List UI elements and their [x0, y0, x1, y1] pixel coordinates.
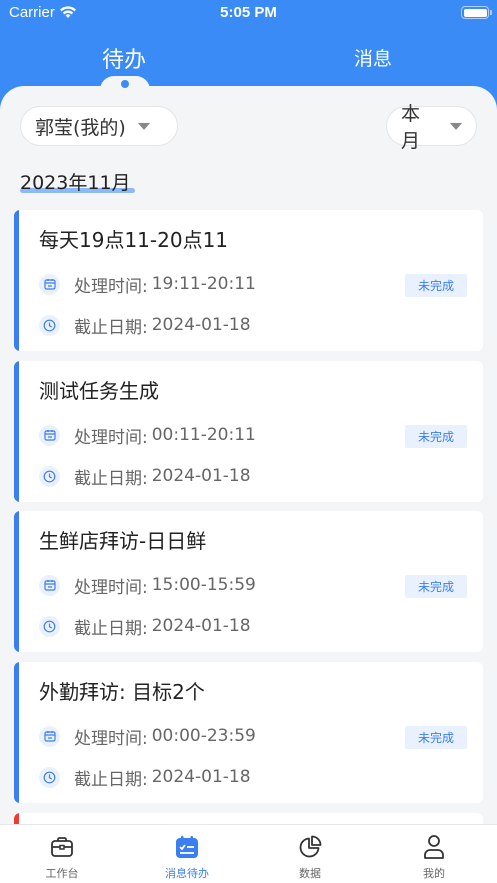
- status-badge: 未完成: [405, 575, 467, 598]
- status-badge: 未完成: [405, 274, 467, 297]
- task-card[interactable]: 生鲜店拜访-日日鲜 处理时间: 15:00-15:59 截止日期: 2024-0…: [14, 511, 483, 652]
- chevron-down-icon: [450, 122, 462, 130]
- deadline-row: 截止日期: 2024-01-18: [39, 615, 251, 639]
- tabbar-label: 消息待办: [165, 867, 209, 880]
- task-title: 测试任务生成: [39, 379, 159, 403]
- calendar-icon: [39, 574, 60, 596]
- process-time-row: 处理时间: 19:11-20:11: [39, 273, 256, 297]
- pie-chart-icon: [299, 835, 322, 858]
- process-time-value: 00:11-20:11: [151, 425, 256, 445]
- deadline-label: 截止日期:: [74, 769, 148, 790]
- calendar-icon: [39, 424, 60, 446]
- task-card[interactable]: 每天19点11-20点11 处理时间: 19:11-20:11 截止日期: 20…: [14, 210, 483, 351]
- process-time-row: 处理时间: 00:11-20:11: [39, 424, 256, 448]
- person-icon: [424, 835, 444, 859]
- tabbar-item-messages-todo[interactable]: 消息待办: [137, 833, 237, 881]
- period-filter-label: 本月: [401, 103, 421, 152]
- status-bar: Carrier 5:05 PM: [0, 0, 497, 26]
- process-time-label: 处理时间:: [74, 728, 148, 749]
- month-title: 2023年11月: [20, 172, 131, 194]
- deadline-value: 2024-01-18: [151, 767, 251, 787]
- card-stripe: [14, 511, 19, 652]
- status-badge: 未完成: [405, 726, 467, 749]
- tabbar-item-data[interactable]: 数据: [260, 833, 360, 881]
- bottom-tab-bar: 工作台 消息待办 数据 我的: [0, 824, 497, 883]
- person-filter-dropdown[interactable]: 郭莹(我的): [20, 106, 178, 146]
- status-time: 5:05 PM: [220, 4, 277, 21]
- process-time-label: 处理时间:: [74, 276, 148, 297]
- status-badge: 未完成: [405, 425, 467, 448]
- card-stripe: [14, 210, 19, 351]
- tabbar-label: 工作台: [45, 867, 79, 880]
- deadline-label: 截止日期:: [74, 468, 148, 489]
- tab-messages[interactable]: 消息: [313, 44, 433, 71]
- process-time-label: 处理时间:: [74, 427, 148, 448]
- process-time-row: 处理时间: 15:00-15:59: [39, 574, 256, 598]
- deadline-value: 2024-01-18: [151, 616, 251, 636]
- deadline-label: 截止日期:: [74, 317, 148, 338]
- clock-icon: [39, 766, 60, 788]
- process-time-value: 19:11-20:11: [151, 274, 256, 294]
- process-time-value: 15:00-15:59: [151, 575, 256, 595]
- briefcase-icon: [51, 837, 73, 857]
- calendar-check-icon: [176, 836, 198, 858]
- deadline-value: 2024-01-18: [151, 466, 251, 486]
- deadline-row: 截止日期: 2024-01-18: [39, 465, 251, 489]
- clock-icon: [39, 465, 60, 487]
- tabbar-item-workbench[interactable]: 工作台: [12, 833, 112, 881]
- process-time-label: 处理时间:: [74, 577, 148, 598]
- deadline-label: 截止日期:: [74, 618, 148, 639]
- tab-todo[interactable]: 待办: [64, 42, 184, 74]
- tabbar-item-me[interactable]: 我的: [384, 833, 484, 881]
- clock-icon: [39, 615, 60, 637]
- card-stripe: [14, 662, 19, 803]
- calendar-icon: [39, 725, 60, 747]
- deadline-row: 截止日期: 2024-01-18: [39, 766, 251, 790]
- tabbar-label: 数据: [299, 867, 321, 880]
- card-stripe: [14, 361, 19, 502]
- tabbar-label: 我的: [423, 867, 445, 880]
- task-title: 生鲜店拜访-日日鲜: [39, 529, 207, 553]
- person-filter-label: 郭莹(我的): [35, 116, 126, 139]
- clock-icon: [39, 314, 60, 336]
- deadline-value: 2024-01-18: [151, 315, 251, 335]
- task-title: 外勤拜访: 目标2个: [39, 680, 205, 704]
- task-card[interactable]: 外勤拜访: 目标2个 处理时间: 00:00-23:59 截止日期: 2024-…: [14, 662, 483, 803]
- deadline-row: 截止日期: 2024-01-18: [39, 314, 251, 338]
- process-time-value: 00:00-23:59: [151, 726, 256, 746]
- chevron-down-icon: [137, 122, 150, 130]
- active-tab-indicator: [121, 80, 129, 88]
- battery-icon: [461, 6, 492, 19]
- task-card[interactable]: 测试任务生成 处理时间: 00:11-20:11 截止日期: 2024-01-1…: [14, 361, 483, 502]
- task-title: 每天19点11-20点11: [39, 228, 229, 252]
- process-time-row: 处理时间: 00:00-23:59: [39, 725, 256, 749]
- calendar-icon: [39, 273, 60, 295]
- period-filter-dropdown[interactable]: 本月: [386, 103, 477, 152]
